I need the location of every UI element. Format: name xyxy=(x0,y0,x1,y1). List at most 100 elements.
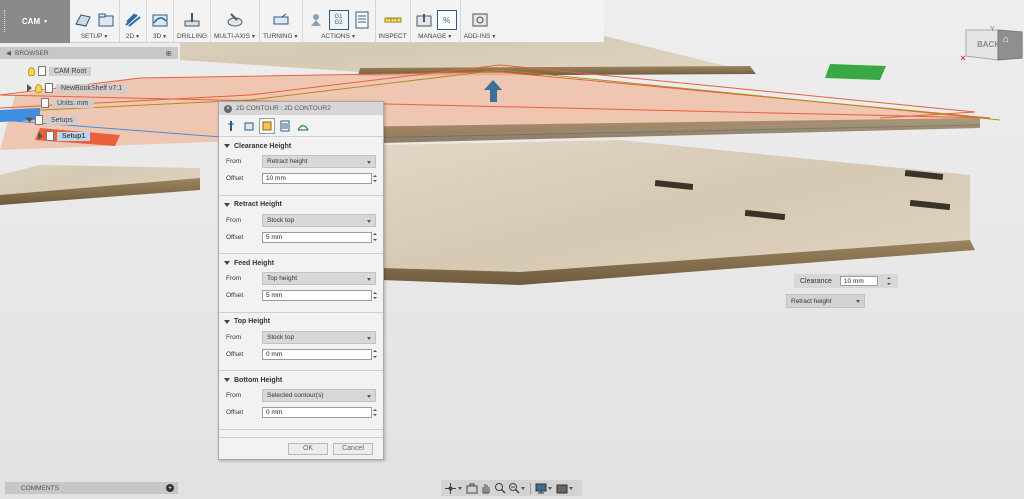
cancel-button[interactable]: Cancel xyxy=(333,442,373,455)
fit-zoom-icon[interactable] xyxy=(507,482,520,495)
pin-icon[interactable]: ⊕ xyxy=(165,49,172,58)
manipulator-value-input[interactable]: 10 mm xyxy=(839,276,878,286)
ok-button[interactable]: OK xyxy=(288,442,328,455)
workspace-switcher[interactable]: CAM ▼ xyxy=(0,0,70,43)
clearance-from-select[interactable]: Retract height xyxy=(262,155,376,168)
clearance-offset-input[interactable]: 10 mm xyxy=(262,173,372,184)
toolbar-grip[interactable] xyxy=(4,10,6,32)
geometry-tab[interactable] xyxy=(241,118,257,134)
passes-tab[interactable] xyxy=(277,118,293,134)
collapse-arrow-icon[interactable] xyxy=(224,378,230,382)
chevron-down-icon: ▼ xyxy=(491,34,497,40)
collapse-arrow-icon[interactable] xyxy=(224,202,230,207)
spinner-icon[interactable] xyxy=(373,407,377,418)
comments-panel-header[interactable]: COMMENTS + xyxy=(5,482,178,494)
feed-offset-input[interactable]: 5 mm xyxy=(262,290,372,301)
feed-height-section: Feed Height From Top height Offset 5 mm xyxy=(219,254,383,313)
left-panel xyxy=(0,140,200,205)
visibility-bulb-icon[interactable] xyxy=(35,83,42,93)
front-panel xyxy=(380,140,975,285)
orbit-icon[interactable] xyxy=(444,482,457,495)
look-at-icon[interactable] xyxy=(465,482,478,495)
tree-item-model[interactable]: NewBookShelf v7:1 xyxy=(27,83,128,93)
setup-sheet-icon[interactable] xyxy=(352,10,372,30)
g1g2-post-icon[interactable]: G1 G2 xyxy=(328,10,349,30)
visibility-bulb-icon[interactable] xyxy=(28,66,35,76)
section-header[interactable]: Feed Height xyxy=(219,256,383,270)
spinner-icon[interactable] xyxy=(886,276,891,287)
bottom-from-select[interactable]: Selected contour(s) xyxy=(262,389,376,402)
tool-tab[interactable] xyxy=(223,118,239,134)
toolbar-group-multi-axis[interactable]: MULTI-AXIS▼ xyxy=(211,0,260,43)
linking-tab[interactable] xyxy=(295,118,311,134)
section-header[interactable]: Bottom Height xyxy=(219,373,383,387)
tree-item-setups[interactable]: Setups xyxy=(25,115,78,125)
toolbar-group-inspect[interactable]: INSPECT xyxy=(376,0,411,43)
2d-toolpath-icon[interactable] xyxy=(123,10,143,30)
chevron-down-icon: ▼ xyxy=(135,34,141,40)
collapse-arrow-icon[interactable] xyxy=(224,261,230,265)
spinner-icon[interactable] xyxy=(373,232,377,243)
drill-icon[interactable] xyxy=(182,10,202,30)
top-offset-input[interactable]: 0 mm xyxy=(262,348,372,360)
browser-panel-header[interactable]: ◀ BROWSER ⊕ xyxy=(0,47,178,59)
measure-icon[interactable] xyxy=(383,10,403,30)
3d-viewport[interactable] xyxy=(0,0,1024,499)
tree-item-setup1[interactable]: Setup1 xyxy=(38,131,91,141)
section-header[interactable]: Retract Height xyxy=(219,198,383,212)
bottom-offset-input[interactable]: 0 mm xyxy=(262,407,372,418)
chevron-down-icon[interactable] xyxy=(548,486,552,490)
setup-folder-icon[interactable] xyxy=(96,10,116,30)
toolbar-group-drilling[interactable]: DRILLING xyxy=(174,0,211,43)
toolbar-group-2d[interactable]: 2D▼ xyxy=(120,0,147,43)
expand-arrow-icon[interactable] xyxy=(38,132,43,140)
spinner-icon[interactable] xyxy=(373,349,377,360)
chevron-down-icon[interactable] xyxy=(521,486,525,490)
manipulator-from-select[interactable]: Retract height xyxy=(786,294,865,308)
chevron-down-icon[interactable] xyxy=(569,486,573,490)
section-header[interactable]: Top Height xyxy=(219,315,383,329)
display-settings-icon[interactable] xyxy=(534,482,547,495)
tree-item-cam-root[interactable]: CAM Root xyxy=(28,66,92,76)
3d-toolpath-icon[interactable] xyxy=(150,10,170,30)
collapse-icon[interactable]: ◀ xyxy=(6,49,11,57)
toolbar-group-setup[interactable]: SETUP▼ xyxy=(70,0,120,43)
collapse-arrow-icon[interactable] xyxy=(224,319,230,324)
collapse-arrow-icon[interactable] xyxy=(224,144,230,148)
scripts-icon[interactable] xyxy=(470,10,490,30)
viewcube-home-icon[interactable]: ⌂ xyxy=(1003,34,1009,45)
section-header[interactable]: Clearance Height xyxy=(219,139,383,153)
retract-from-select[interactable]: Stock top xyxy=(262,213,376,227)
expand-arrow-icon[interactable] xyxy=(25,117,34,123)
spinner-icon[interactable] xyxy=(373,290,377,301)
dialog-title-bar[interactable]: × 2D CONTOUR : 2D CONTOUR2 xyxy=(219,102,383,115)
toolbar-group-actions[interactable]: G1 G2 ACTIONS▼ xyxy=(303,0,376,43)
toolbar-group-3d[interactable]: 3D▼ xyxy=(147,0,174,43)
selected-part[interactable] xyxy=(0,64,1001,150)
tree-item-units[interactable]: Units: mm xyxy=(41,98,94,108)
toolbar-group-add-ins[interactable]: ADD-INS▼ xyxy=(461,0,500,43)
canvas-scene[interactable] xyxy=(0,0,1024,499)
template-icon[interactable]: % xyxy=(436,10,457,30)
turning-icon[interactable] xyxy=(271,10,291,30)
grid-settings-icon[interactable] xyxy=(555,482,568,495)
tool-library-icon[interactable] xyxy=(414,10,434,30)
pan-icon[interactable] xyxy=(479,482,492,495)
view-cube[interactable]: Y BACK ⌂ xyxy=(960,26,1024,66)
close-icon[interactable]: × xyxy=(224,104,232,113)
heights-tab[interactable] xyxy=(259,117,275,134)
simulate-icon[interactable] xyxy=(306,10,326,30)
new-setup-icon[interactable] xyxy=(73,10,93,30)
add-comment-icon[interactable]: + xyxy=(166,484,174,492)
zoom-icon[interactable] xyxy=(493,482,506,495)
chevron-down-icon[interactable] xyxy=(458,486,462,490)
retract-offset-input[interactable]: 5 mm xyxy=(262,231,372,243)
toolbar-group-turning[interactable]: TURNING▼ xyxy=(260,0,303,43)
multi-axis-icon[interactable] xyxy=(225,10,245,30)
spinner-icon[interactable] xyxy=(373,173,377,184)
expand-arrow-icon[interactable] xyxy=(27,84,32,92)
top-from-select[interactable]: Stock top xyxy=(262,330,376,344)
toolbar-group-manage[interactable]: % MANAGE▼ xyxy=(411,0,461,43)
browser-title: BROWSER xyxy=(15,49,49,57)
feed-from-select[interactable]: Top height xyxy=(262,272,376,285)
